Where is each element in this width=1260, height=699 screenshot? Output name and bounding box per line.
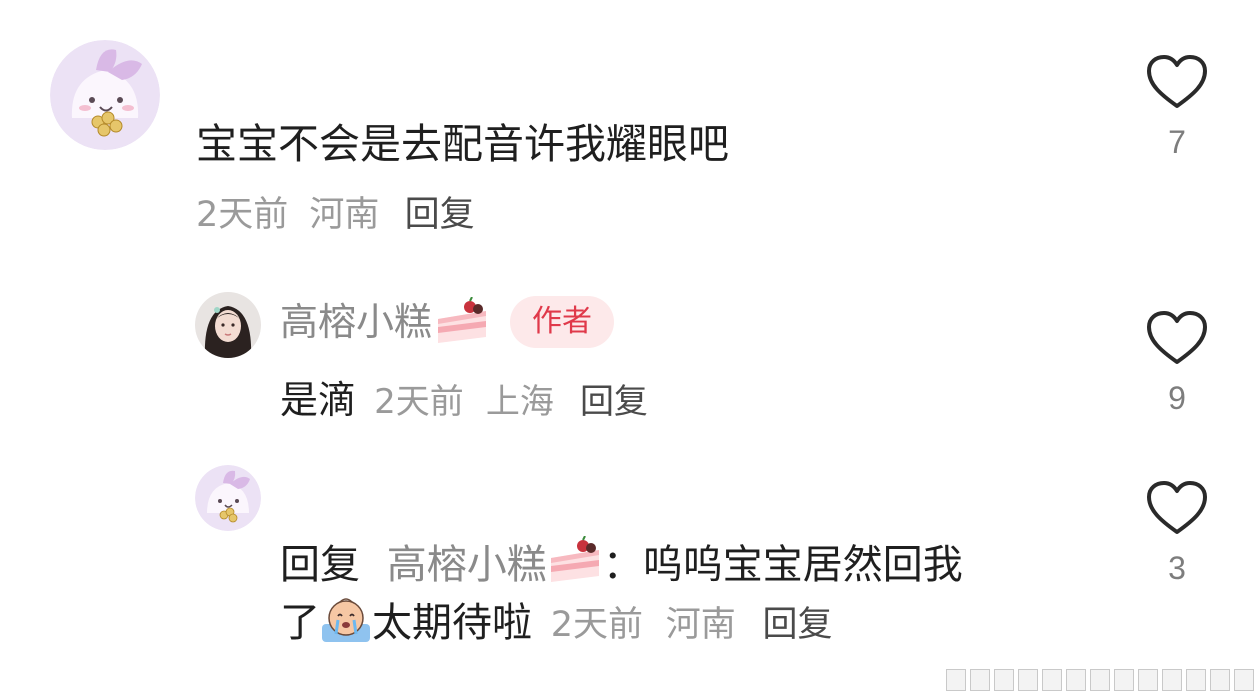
reply-text-part2: 了	[280, 600, 320, 646]
author-reply-line: 是滴 2天前 上海 回复	[280, 376, 648, 426]
reply-button[interactable]: 回复	[762, 605, 832, 645]
crying-emoji-icon	[322, 598, 370, 642]
reply-separator: ：	[602, 542, 643, 588]
reply-location: 河南	[665, 605, 736, 645]
author-avatar[interactable]	[195, 292, 261, 358]
reply-prefix: 回复	[280, 542, 360, 588]
reply-button[interactable]: 回复	[405, 195, 475, 235]
commenter-avatar[interactable]	[50, 40, 160, 150]
reply-button[interactable]: 回复	[580, 382, 648, 422]
like-count: 3	[1168, 550, 1186, 586]
comment-meta: 2天前 河南 回复	[196, 193, 475, 237]
author-username[interactable]: 高榕小糕	[280, 298, 432, 346]
like-button[interactable]: 7	[1144, 54, 1210, 161]
heart-icon	[1147, 55, 1207, 108]
reply-time: 2天前	[550, 605, 643, 645]
comment-location: 河南	[309, 195, 380, 235]
cake-icon	[550, 536, 599, 582]
heart-icon	[1147, 481, 1207, 534]
watermark-blocks	[946, 669, 1254, 691]
reply-text-part1: 呜呜宝宝居然回我	[642, 542, 963, 588]
bunny-avatar-icon	[195, 465, 261, 531]
like-button[interactable]: 3	[1144, 480, 1210, 587]
commenter-avatar[interactable]	[195, 465, 261, 531]
cake-icon	[438, 297, 487, 343]
reply-location: 上海	[485, 382, 554, 422]
author-badge: 作者	[510, 296, 615, 348]
bunny-avatar-icon	[50, 40, 160, 150]
like-count: 7	[1168, 124, 1186, 160]
reply-content: 回复 高榕小糕 ：呜呜宝宝居然回我 了 太期待啦 2天前 河南 回复	[280, 536, 1100, 652]
heart-icon	[1147, 311, 1207, 364]
reply-text-part3: 太期待啦	[372, 600, 532, 646]
like-count: 9	[1168, 380, 1186, 416]
comment-time: 2天前	[196, 195, 289, 235]
author-row: 高榕小糕 作者	[280, 292, 615, 352]
girl-photo-avatar	[195, 292, 261, 358]
like-button[interactable]: 9	[1144, 310, 1210, 417]
comment-text: 宝宝不会是去配音许我耀眼吧	[196, 120, 729, 168]
reply-to-username[interactable]: 高榕小糕	[387, 542, 547, 588]
reply-time: 2天前	[374, 382, 464, 422]
reply-text: 是滴	[280, 378, 357, 422]
